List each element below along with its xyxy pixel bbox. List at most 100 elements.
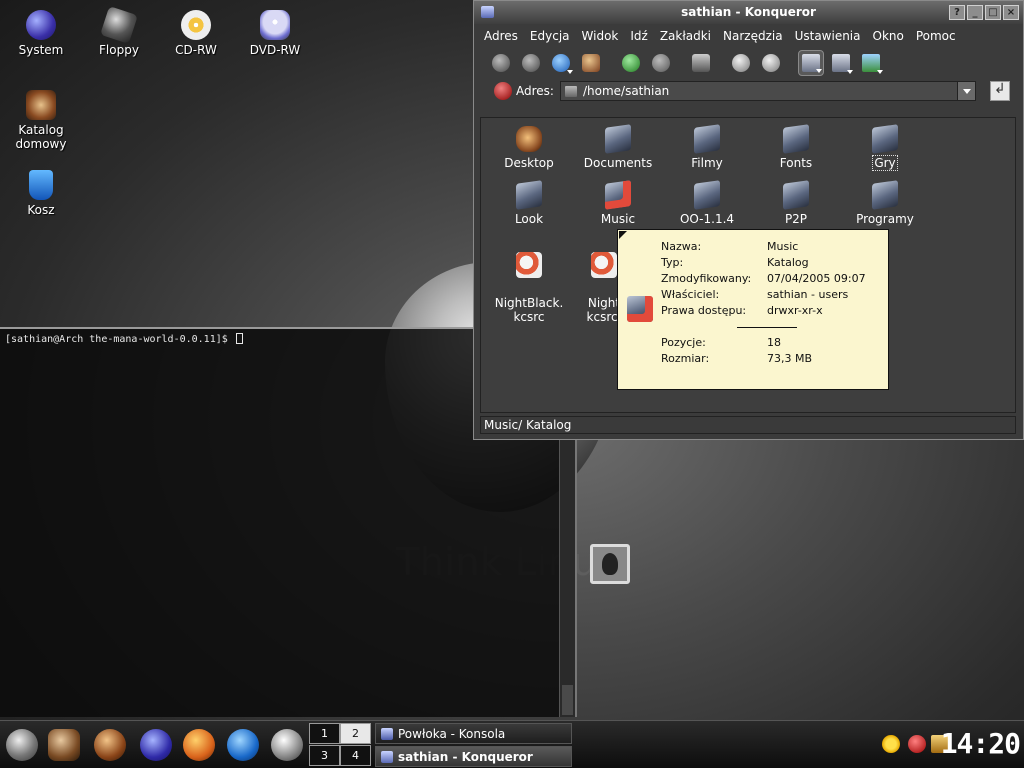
konsole-icon (381, 728, 393, 740)
file-item-gry[interactable]: Gry (842, 124, 928, 171)
menu-edycja[interactable]: Edycja (524, 29, 576, 43)
icon-view-button[interactable] (798, 50, 824, 76)
terminal-launcher-icon[interactable] (48, 729, 80, 761)
menu-widok[interactable]: Widok (576, 29, 625, 43)
wallpaper-tux-logo (590, 544, 630, 584)
desktop-icon-dvd-rw[interactable]: DVD-RW (235, 10, 315, 57)
terminal-cursor (235, 333, 243, 344)
menu-adres[interactable]: Adres (478, 29, 524, 43)
reload-icon (622, 54, 640, 72)
tooltip-row-modified: Zmodyfikowany: 07/04/2005 09:07 (661, 272, 866, 285)
stop-icon (652, 54, 670, 72)
tooltip-divider (737, 327, 797, 328)
help-button[interactable]: ? (949, 5, 965, 20)
desktop-icon-system[interactable]: System (1, 10, 81, 57)
task-button-konqueror[interactable]: sathian - Konqueror (375, 746, 572, 767)
back-button[interactable] (488, 50, 514, 76)
terminal-prompt-line[interactable]: [sathian@Arch the-mana-world-0.0.11]$ (5, 333, 243, 345)
firefox-launcher-icon[interactable] (183, 729, 215, 761)
trash-icon (29, 170, 53, 200)
task-button-konsola[interactable]: Powłoka - Konsola (375, 723, 572, 744)
reload-button[interactable] (618, 50, 644, 76)
dropdown-arrow-icon (816, 69, 822, 73)
folder-icon (694, 180, 720, 210)
file-item-documents[interactable]: Documents (575, 124, 661, 170)
clock[interactable]: 14:20 (941, 727, 1021, 760)
file-item-music[interactable]: Music (575, 180, 661, 226)
menubar: Adres Edycja Widok Idź Zakładki Narzędzi… (474, 24, 1023, 48)
thunderbird-launcher-icon[interactable] (227, 729, 259, 761)
config-file-icon (591, 252, 617, 278)
preview-button[interactable] (858, 50, 884, 76)
network-tray-icon[interactable] (908, 735, 926, 753)
folder-icon (872, 180, 898, 210)
pager-desktop-2[interactable]: 2 (340, 723, 371, 744)
floppy-icon (100, 6, 138, 44)
file-item-nightblack[interactable]: NightBlack. kcsrc (486, 238, 572, 324)
file-item-fonts[interactable]: Fonts (753, 124, 839, 170)
desktop-folder-icon (516, 126, 542, 152)
clear-location-button[interactable] (494, 82, 512, 100)
pager-desktop-1[interactable]: 1 (309, 723, 340, 744)
folder-icon (694, 124, 720, 154)
zoom-in-button[interactable] (728, 50, 754, 76)
window-title: sathian - Konqueror (681, 5, 816, 19)
desktop-icon-floppy[interactable]: Floppy (79, 6, 159, 57)
toolbar-separator (678, 50, 684, 76)
stop-button[interactable] (648, 50, 674, 76)
file-item-look[interactable]: Look (486, 180, 572, 226)
up-button[interactable] (548, 50, 574, 76)
zoom-in-icon (732, 54, 750, 72)
menu-ustawienia[interactable]: Ustawienia (789, 29, 867, 43)
arrow-right-icon (522, 54, 540, 72)
network-launcher-icon[interactable] (140, 729, 172, 761)
konqueror-titlebar[interactable]: sathian - Konqueror ? _ □ × (474, 1, 1023, 24)
zoom-out-button[interactable] (758, 50, 784, 76)
terminal-scroll-thumb[interactable] (562, 685, 573, 715)
dropdown-arrow-icon (877, 70, 883, 74)
kmenu-button[interactable] (6, 729, 38, 761)
desktop-icon-cd-rw[interactable]: CD-RW (156, 10, 236, 57)
weather-tray-icon[interactable] (882, 735, 900, 753)
konqueror-app-icon[interactable] (481, 6, 494, 18)
menu-okno[interactable]: Okno (867, 29, 910, 43)
home-button[interactable] (578, 50, 604, 76)
folder-icon (564, 85, 577, 97)
menu-idz[interactable]: Idź (624, 29, 653, 43)
pager-desktop-4[interactable]: 4 (340, 745, 371, 766)
dvd-rw-icon (260, 10, 290, 40)
menu-zakladki[interactable]: Zakładki (654, 29, 717, 43)
toolbar-separator (788, 50, 794, 76)
cd-rw-icon (181, 10, 211, 40)
desktop-icon-trash[interactable]: Kosz (1, 170, 81, 217)
location-input[interactable]: /home/sathian (559, 81, 976, 101)
close-button[interactable]: × (1003, 5, 1019, 20)
home-icon (582, 54, 600, 72)
tooltip-row-name: Nazwa: Music (661, 240, 799, 253)
music-folder-icon (605, 180, 631, 210)
menu-pomoc[interactable]: Pomoc (910, 29, 962, 43)
music-folder-icon (627, 296, 653, 322)
pager-desktop-3[interactable]: 3 (309, 745, 340, 766)
minimize-button[interactable]: _ (967, 5, 983, 20)
status-bar: Music/ Katalog (480, 416, 1016, 434)
desktop-icon-home[interactable]: Katalog domowy (1, 90, 81, 151)
go-button[interactable] (989, 81, 1010, 101)
detail-view-button[interactable] (828, 50, 854, 76)
home-launcher-icon[interactable] (94, 729, 126, 761)
print-button[interactable] (688, 50, 714, 76)
folder-icon (783, 124, 809, 154)
tooltip-row-permissions: Prawa dostępu: drwxr-xr-x (661, 304, 823, 317)
file-item-filmy[interactable]: Filmy (664, 124, 750, 170)
file-item-p2p[interactable]: P2P (753, 180, 839, 226)
globe-launcher-icon[interactable] (271, 729, 303, 761)
maximize-button[interactable]: □ (985, 5, 1001, 20)
forward-button[interactable] (518, 50, 544, 76)
location-dropdown-button[interactable] (956, 82, 975, 100)
tooltip-row-items: Pozycje: 18 (661, 336, 781, 349)
file-item-desktop[interactable]: Desktop (486, 126, 572, 170)
menu-narzedzia[interactable]: Narzędzia (717, 29, 789, 43)
file-item-oo[interactable]: OO-1.1.4 (664, 180, 750, 226)
home-folder-icon (26, 90, 56, 120)
file-item-programy[interactable]: Programy (842, 180, 928, 226)
